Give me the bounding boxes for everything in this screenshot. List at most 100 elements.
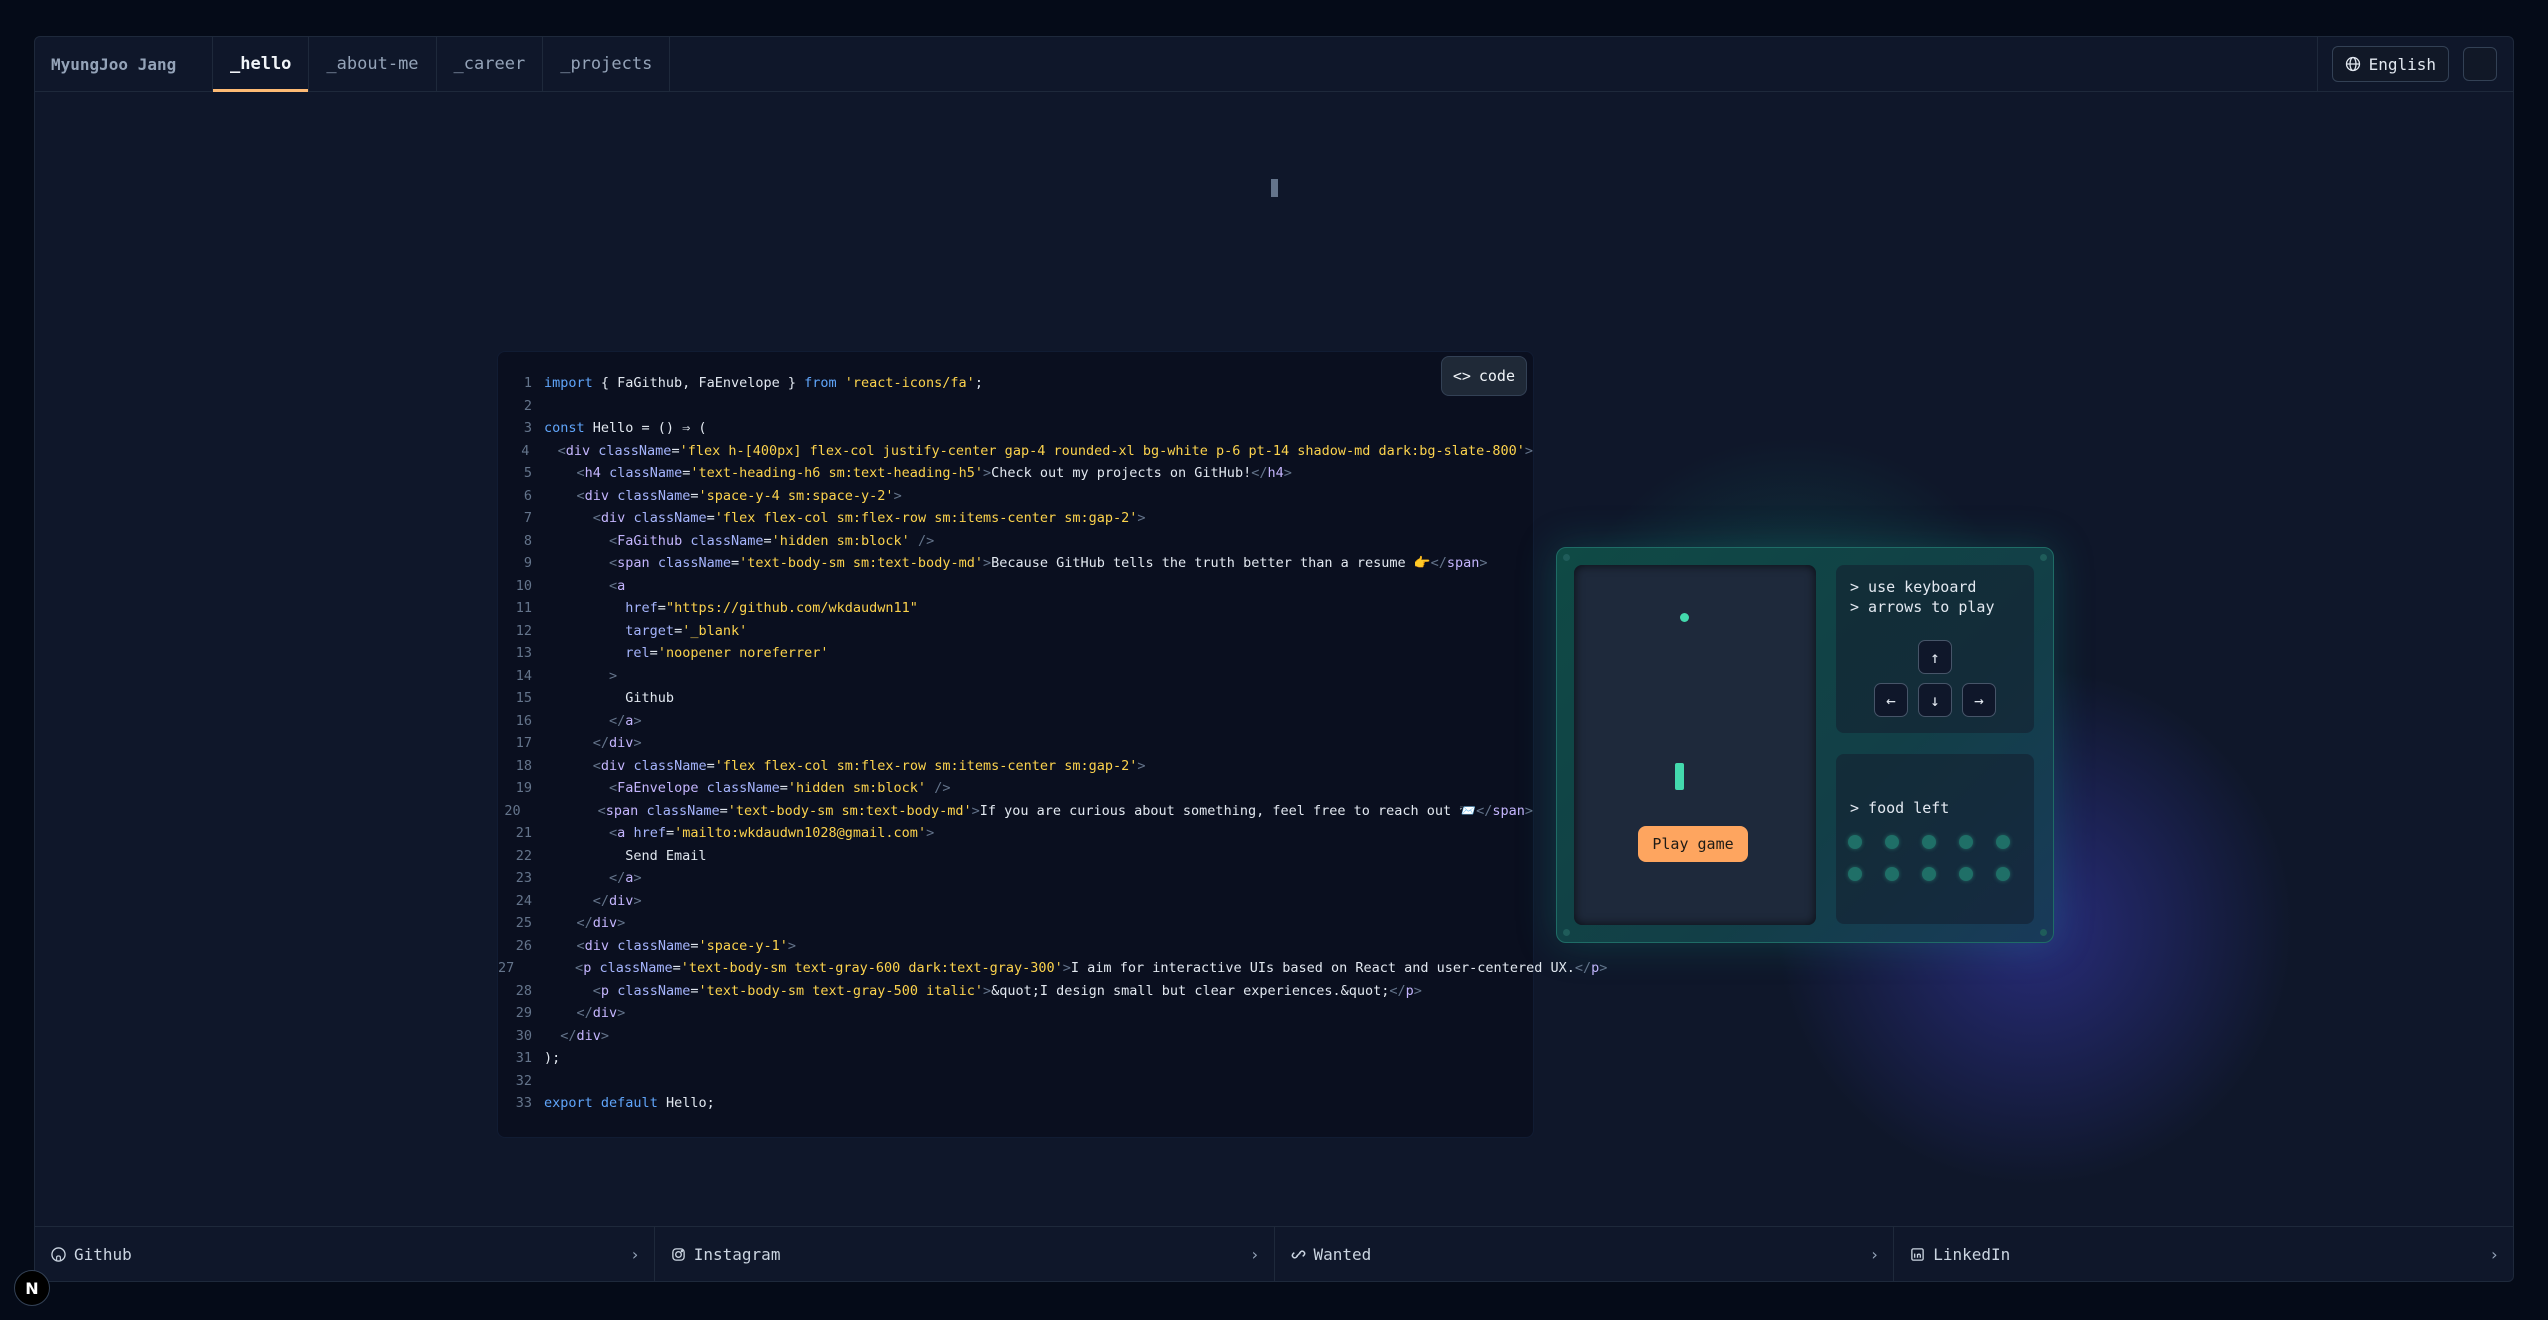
code-text: </div> bbox=[576, 915, 626, 932]
play-game-button[interactable]: Play game bbox=[1638, 826, 1748, 862]
tab-projects[interactable]: _projects bbox=[543, 37, 671, 91]
code-text: <a bbox=[609, 577, 626, 594]
social-footer: Github › Instagram › Wanted › LinkedIn › bbox=[35, 1226, 2513, 1281]
code-text: <h4 className='text-heading-h6 sm:text-h… bbox=[576, 465, 1292, 482]
arrow-right-key[interactable]: → bbox=[1962, 683, 1996, 717]
food-left-dot bbox=[1959, 867, 1973, 881]
line-number: 17 bbox=[515, 735, 532, 752]
footer-link-linkedin[interactable]: LinkedIn › bbox=[1894, 1227, 2513, 1281]
code-line: 6 <div className='space-y-4 sm:space-y-2… bbox=[498, 485, 1533, 508]
food-left-dot bbox=[1885, 835, 1899, 849]
code-toggle-button[interactable]: <> code bbox=[1440, 356, 1527, 396]
code-text: </div> bbox=[560, 1027, 610, 1044]
chevron-right-icon: › bbox=[630, 1244, 640, 1264]
line-number: 29 bbox=[515, 1005, 532, 1022]
arrow-left-key[interactable]: ← bbox=[1874, 683, 1908, 717]
footer-link-label: LinkedIn bbox=[1933, 1244, 2011, 1264]
code-line: 2 bbox=[498, 395, 1533, 418]
code-line: 16 </a> bbox=[498, 710, 1533, 733]
code-line: 32 bbox=[498, 1070, 1533, 1093]
line-number: 18 bbox=[515, 757, 532, 774]
code-text: <FaGithub className='hidden sm:block' /> bbox=[609, 532, 935, 549]
code-text: href="https://github.com/wkdaudwn11" bbox=[625, 600, 918, 617]
line-number: 30 bbox=[515, 1027, 532, 1044]
game-board[interactable]: Play game bbox=[1574, 565, 1816, 925]
code-line: 27 <p className='text-body-sm text-gray-… bbox=[498, 957, 1607, 980]
footer-link-instagram[interactable]: Instagram › bbox=[655, 1227, 1275, 1281]
tab-about-me[interactable]: _about-me bbox=[309, 37, 437, 91]
arrow-up-key[interactable]: ↑ bbox=[1918, 640, 1952, 674]
code-text: export default Hello; bbox=[544, 1095, 715, 1112]
code-text: <div className='flex h-[400px] flex-col … bbox=[557, 442, 1533, 459]
chevron-right-icon: › bbox=[2489, 1244, 2499, 1264]
code-text: <FaEnvelope className='hidden sm:block' … bbox=[609, 780, 951, 797]
code-text: > bbox=[609, 667, 618, 684]
screw-bottom-left bbox=[1563, 929, 1570, 936]
brand-name[interactable]: MyungJoo Jang bbox=[35, 37, 213, 91]
code-line: 21 <a href='mailto:wkdaudwn1028@gmail.co… bbox=[498, 822, 1533, 845]
food-dot bbox=[1680, 613, 1689, 622]
code-text: </div> bbox=[576, 1005, 626, 1022]
food-left-dot bbox=[1922, 867, 1936, 881]
footer-link-wanted[interactable]: Wanted › bbox=[1275, 1227, 1895, 1281]
food-left-dot bbox=[1922, 835, 1936, 849]
code-line: 3 const Hello = () ⇒ ( bbox=[498, 417, 1533, 440]
code-panel: 1 import { FaGithub, FaEnvelope } from 'r… bbox=[497, 351, 1607, 1138]
food-left-label: > food left bbox=[1850, 799, 1950, 817]
code-button-label: code bbox=[1478, 367, 1515, 385]
screw-top-left bbox=[1563, 554, 1570, 561]
code-text: target='_blank' bbox=[625, 622, 748, 639]
footer-link-github[interactable]: Github › bbox=[35, 1227, 655, 1281]
code-text: <div className='space-y-1'> bbox=[576, 937, 797, 954]
line-number: 11 bbox=[515, 600, 532, 617]
code-line: 8 <FaGithub className='hidden sm:block' … bbox=[498, 530, 1533, 553]
code-line: 13 rel='noopener noreferrer' bbox=[498, 642, 1533, 665]
snake-body bbox=[1675, 763, 1684, 790]
code-line: 7 <div className='flex flex-col sm:flex-… bbox=[498, 507, 1533, 530]
line-number: 1 bbox=[523, 375, 532, 392]
code-text: <div className='space-y-4 sm:space-y-2'> bbox=[576, 487, 902, 504]
food-left-dot bbox=[1959, 835, 1973, 849]
theme-toggle-button[interactable] bbox=[2463, 47, 2497, 81]
linkedin-icon bbox=[1911, 1247, 1925, 1261]
code-line: 19 <FaEnvelope className='hidden sm:bloc… bbox=[498, 777, 1533, 800]
code-line: 23 </a> bbox=[498, 867, 1533, 890]
top-navigation: MyungJoo Jang _hello _about-me _career _… bbox=[35, 37, 2513, 92]
line-number: 25 bbox=[515, 915, 532, 932]
language-button[interactable]: English bbox=[2331, 46, 2449, 82]
link-icon bbox=[1291, 1250, 1305, 1258]
code-text: const Hello = () ⇒ ( bbox=[544, 420, 707, 437]
food-left-dot bbox=[1996, 867, 2010, 881]
line-number: 12 bbox=[515, 622, 532, 639]
header-actions: English bbox=[2316, 37, 2513, 91]
code-lines: 1 import { FaGithub, FaEnvelope } from 'r… bbox=[498, 372, 1607, 1115]
food-left-dot bbox=[1848, 867, 1862, 881]
arrow-down-key[interactable]: ↓ bbox=[1918, 683, 1952, 717]
food-panel: > food left bbox=[1836, 754, 2034, 924]
line-number: 28 bbox=[515, 982, 532, 999]
chevron-right-icon: › bbox=[1869, 1244, 1880, 1264]
line-number: 23 bbox=[515, 870, 532, 887]
controls-panel: > use keyboard > arrows to play ↑ ← ↓ → bbox=[1836, 565, 2034, 733]
code-text: <div className='flex flex-col sm:flex-ro… bbox=[592, 757, 1146, 774]
line-number: 21 bbox=[515, 825, 532, 842]
code-text: Send Email bbox=[544, 847, 707, 864]
line-number: 10 bbox=[515, 577, 532, 594]
code-line: 10 <a bbox=[498, 575, 1533, 598]
line-number: 16 bbox=[515, 712, 532, 729]
code-text: </a> bbox=[609, 712, 642, 729]
tab-hello[interactable]: _hello bbox=[213, 37, 310, 92]
line-number: 5 bbox=[523, 465, 532, 482]
controls-hint: > use keyboard > arrows to play bbox=[1836, 565, 2034, 629]
code-line: 15 Github bbox=[498, 687, 1533, 710]
tab-career[interactable]: _career bbox=[437, 37, 544, 91]
code-text: Github bbox=[544, 690, 675, 707]
code-text: </div> bbox=[592, 735, 642, 752]
github-icon bbox=[51, 1246, 66, 1262]
typing-cursor bbox=[1271, 179, 1278, 197]
snake-game-console: Play game > use keyboard > arrows to pla… bbox=[1556, 547, 2054, 943]
code-line: 22 Send Email bbox=[498, 845, 1533, 868]
nextjs-badge[interactable]: N bbox=[14, 1270, 50, 1306]
globe-icon bbox=[2345, 56, 2360, 72]
code-line: 25 </div> bbox=[498, 912, 1533, 935]
